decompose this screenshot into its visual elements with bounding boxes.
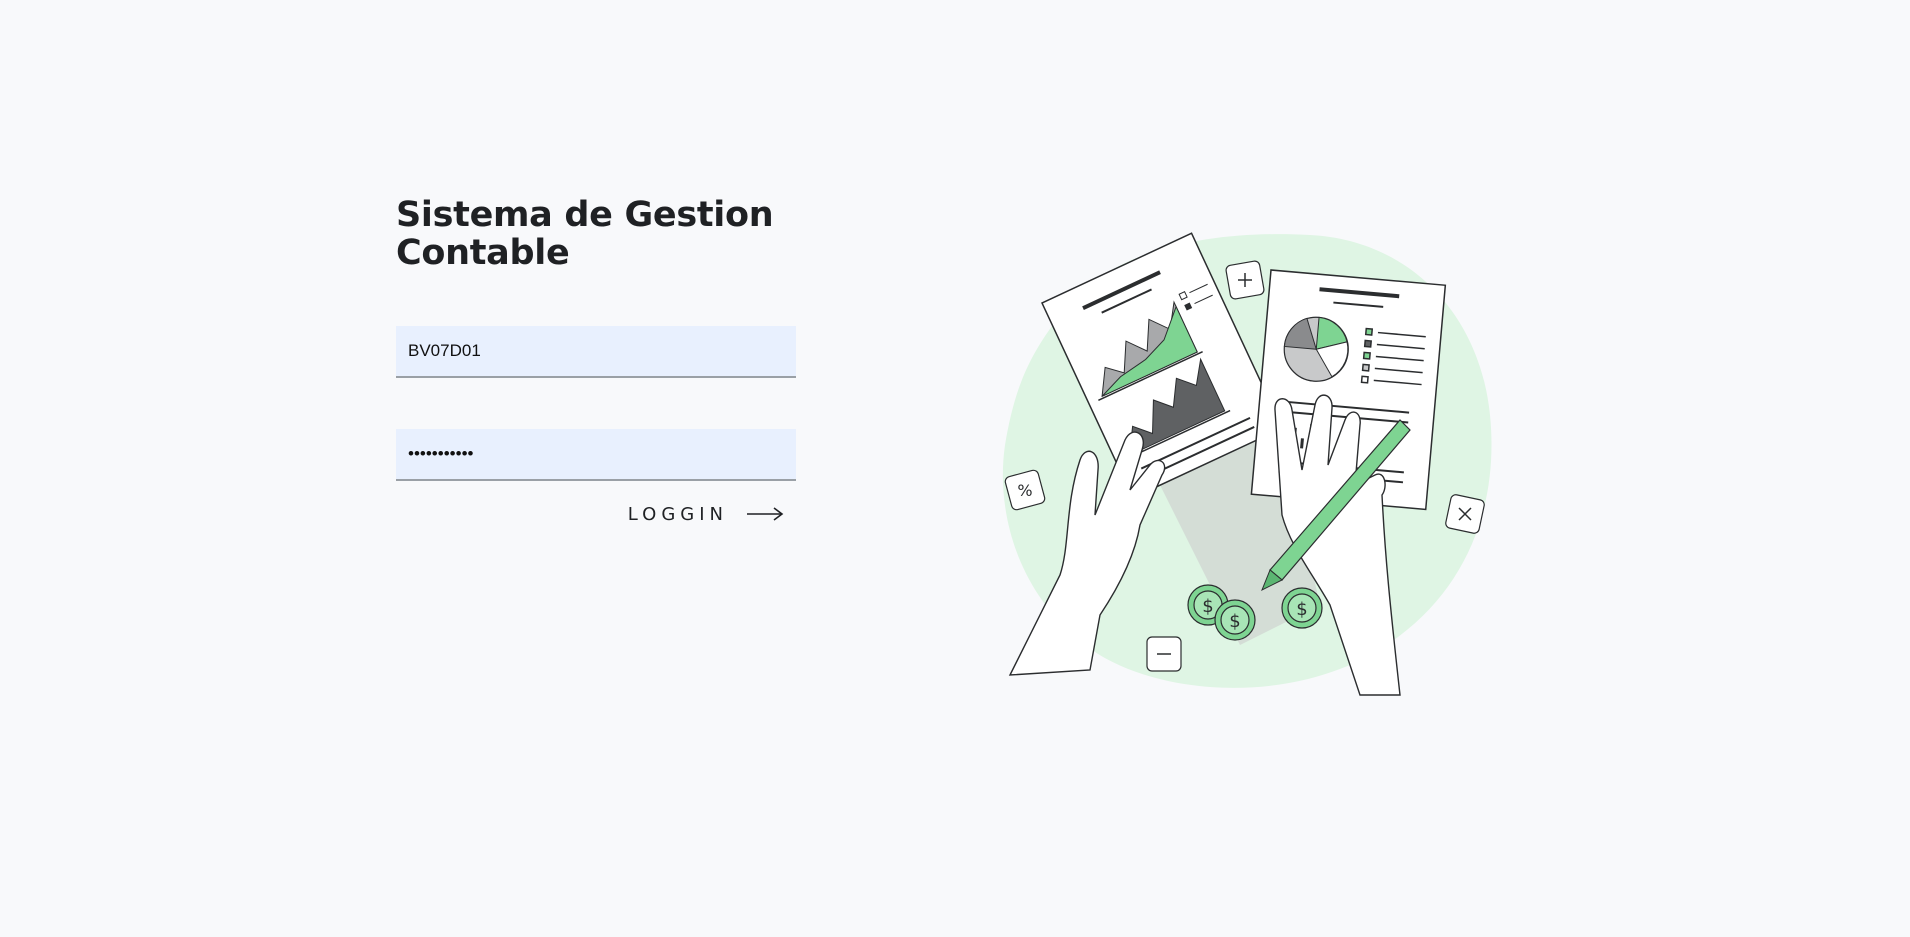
password-input[interactable] (396, 429, 796, 481)
login-panel: Sistema de Gestion Contable LOGGIN (396, 195, 796, 525)
login-button[interactable]: LOGGIN (626, 496, 796, 532)
page-title: Sistema de Gestion Contable (396, 195, 774, 273)
minus-tile-icon (1146, 636, 1182, 672)
login-page: Sistema de Gestion Contable LOGGIN (0, 0, 1910, 937)
arrow-right-icon (747, 507, 784, 521)
login-button-label: LOGGIN (627, 503, 728, 525)
username-input[interactable] (396, 326, 796, 378)
svg-text:$: $ (1202, 596, 1213, 617)
svg-text:$: $ (1296, 599, 1307, 620)
svg-text:$: $ (1229, 611, 1240, 632)
accounting-documents-illustration: $ $ $ % (1002, 232, 1492, 696)
svg-text:%: % (1017, 481, 1032, 500)
plus-tile-icon (1225, 260, 1265, 300)
multiply-tile-icon (1445, 494, 1485, 534)
